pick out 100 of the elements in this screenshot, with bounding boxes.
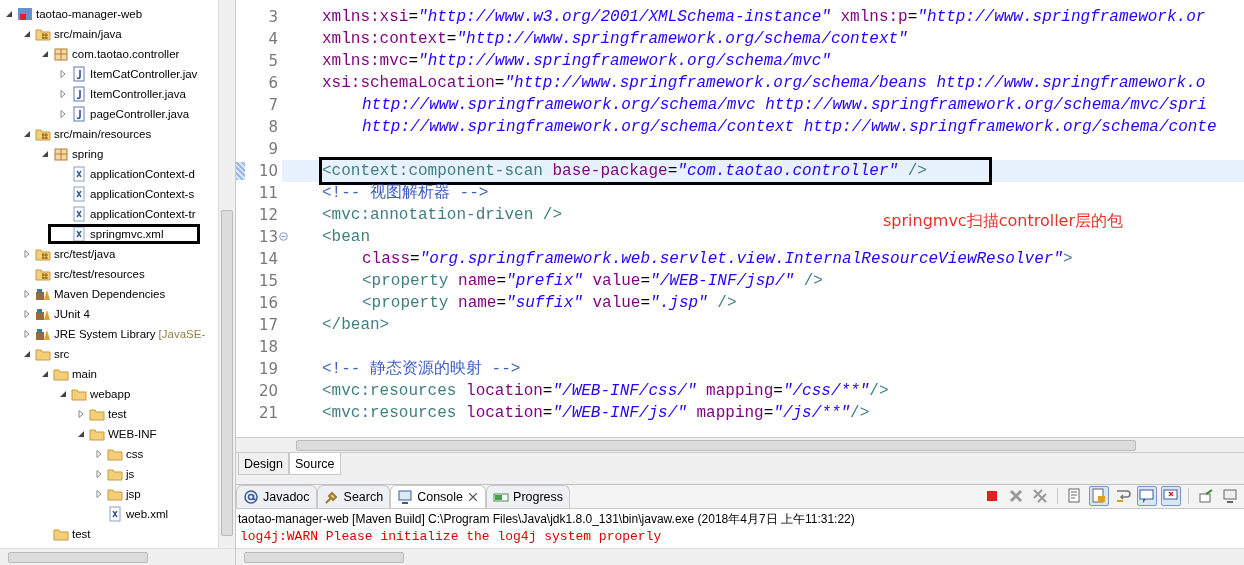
tree-item[interactable]: JUnit 4 [0, 304, 218, 324]
speech-bubble-icon [1139, 488, 1155, 504]
toolbar-button[interactable] [1089, 486, 1109, 506]
code-line: http://www.springframework.org/schema/context http://www.springframework.org/schema/conte [362, 117, 1217, 138]
code-line: xsi:schemaLocation="http://www.springframework.org/schema/beans http://www.springframework.o [322, 73, 1206, 94]
xml-file-icon [107, 506, 123, 522]
view-tab-label: Javadoc [263, 490, 310, 504]
tree-item[interactable]: webapp [0, 384, 218, 404]
line-number: 17 [258, 316, 278, 334]
xml-file-icon [71, 166, 87, 182]
at-sign-icon [243, 489, 259, 505]
tree-item[interactable]: src/main/resources [0, 124, 218, 144]
line-number: 19 [258, 360, 278, 378]
library-icon [35, 306, 51, 322]
tree-item[interactable]: src/test/java [0, 244, 218, 264]
tree-item[interactable]: src [0, 344, 218, 364]
editor-tab[interactable]: Design [238, 453, 289, 475]
tree-item[interactable]: jsp [0, 484, 218, 504]
code-line: xmlns:xsi="http://www.w3.org/2001/XMLSchema-instance" xmlns:p="http://www.springframework.or [322, 7, 1206, 28]
view-tab[interactable]: Console [390, 485, 487, 508]
annotation-note: springmvc扫描controller层的包 [883, 211, 1123, 232]
code-line: <context:component-scan base-package="com.taotao.controller" /> [322, 160, 989, 182]
tree-item[interactable]: web.xml [0, 504, 218, 524]
tree-item[interactable]: applicationContext-tr [0, 204, 218, 224]
tree-item[interactable]: main [0, 364, 218, 384]
folder-icon [107, 446, 123, 462]
toolbar-button[interactable] [1137, 486, 1157, 506]
xml-file-icon [71, 206, 87, 222]
fold-icon[interactable] [279, 232, 288, 241]
collapse-arrow-icon[interactable] [76, 429, 86, 439]
view-tab-label: Console [417, 490, 464, 504]
folder-icon [53, 526, 69, 542]
tree-item[interactable]: src/main/java [0, 24, 218, 44]
xml-file-icon [71, 226, 87, 242]
library-icon [35, 326, 51, 342]
expand-arrow-icon[interactable] [22, 249, 32, 259]
close-icon[interactable] [467, 491, 480, 503]
code-line: <property name="prefix" value="/WEB-INF/jsp/" /> [362, 271, 823, 292]
package-icon [53, 46, 69, 62]
wrap-icon [1115, 488, 1131, 504]
folder-icon [89, 426, 105, 442]
view-tab-label: Search [343, 490, 384, 504]
tree-item[interactable]: spring [0, 144, 218, 164]
tree-item[interactable]: pageController.java [0, 104, 218, 124]
horizontal-scrollbar[interactable] [236, 437, 1244, 452]
toolbar-button[interactable] [1220, 486, 1240, 506]
library-icon [35, 286, 51, 302]
tree-item[interactable]: ItemCatController.jav [0, 64, 218, 84]
tree-item[interactable]: applicationContext-s [0, 184, 218, 204]
tree-item[interactable]: com.taotao.controller [0, 44, 218, 64]
project-icon [17, 6, 33, 22]
tree-item[interactable]: taotao-manager-web [0, 4, 218, 24]
view-tab-label: Progress [513, 490, 564, 504]
tree-item-detail: [JavaSE- [158, 328, 206, 340]
line-number: 14 [258, 250, 278, 268]
monitor-icon [397, 489, 414, 505]
close-icon [1008, 488, 1024, 504]
package-icon [53, 146, 69, 162]
xml-file-icon [71, 186, 87, 202]
view-tab[interactable]: Search [316, 485, 391, 508]
line-number: 20 [258, 382, 278, 400]
tree-item[interactable]: applicationContext-d [0, 164, 218, 184]
code-line: xmlns:mvc="http://www.springframework.org/schema/mvc" [322, 51, 831, 72]
code-line: <!-- 静态资源的映射 --> [322, 358, 521, 380]
toolbar-button[interactable] [1161, 486, 1181, 506]
console-header: taotao-manager-web [Maven Build] C:\Program Files\Java\jdk1.8.0_131\bin\javaw.exe (2018年4月7日 上午11:31:22) [237, 510, 856, 528]
line-number: 9 [268, 140, 278, 158]
horizontal-scrollbar[interactable] [236, 548, 1244, 565]
lock-icon [1091, 488, 1107, 504]
horizontal-scrollbar[interactable] [0, 548, 235, 565]
tree-item[interactable]: ItemController.java [0, 84, 218, 104]
line-number: 21 [258, 404, 278, 422]
line-number: 11 [258, 184, 278, 202]
folder-icon [35, 266, 51, 282]
tree-item[interactable]: test [0, 404, 218, 424]
tree-item[interactable]: Maven Dependencies [0, 284, 218, 304]
editor-tab[interactable]: Source [288, 453, 341, 475]
expand-arrow-icon[interactable] [76, 409, 86, 419]
tree-item[interactable]: js [0, 464, 218, 484]
double-close-icon [1032, 488, 1048, 504]
vertical-scrollbar[interactable] [218, 0, 235, 548]
folder-icon [35, 126, 51, 142]
tree-item[interactable]: test [0, 524, 218, 544]
line-number: 13 [258, 228, 278, 246]
tree-item[interactable]: css [0, 444, 218, 464]
tree-item[interactable]: JRE System Library [JavaSE- [0, 324, 218, 344]
view-tab[interactable]: Progress [486, 485, 571, 508]
line-number: 16 [258, 294, 278, 312]
folder-icon [107, 486, 123, 502]
tree-item[interactable]: WEB-INF [0, 424, 218, 444]
code-line: <mvc:annotation-driven /> [322, 205, 563, 226]
code-line: http://www.springframework.org/schema/mvc http://www.springframework.org/schema/mvc/spri [362, 95, 1207, 116]
tree-item[interactable]: src/test/resources [0, 264, 218, 284]
code-line: class="org.springframework.web.servlet.view.InternalResourceViewResolver"> [362, 249, 1073, 270]
line-number: 6 [268, 74, 278, 92]
java-file-icon [71, 66, 87, 82]
code-line: <mvc:resources location="/WEB-INF/css/" mapping="/css/**"/> [322, 381, 889, 402]
view-tab[interactable]: Javadoc [236, 485, 317, 508]
line-number: 8 [268, 118, 278, 136]
folder-icon [35, 246, 51, 262]
